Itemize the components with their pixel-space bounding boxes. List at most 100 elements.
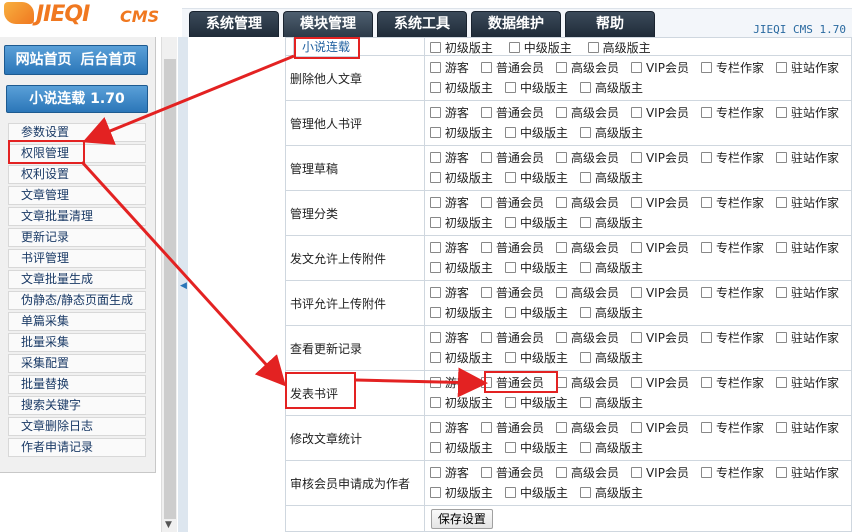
checkbox-icon[interactable] [700,332,712,343]
checkbox-icon[interactable] [504,172,516,183]
option-checkbox[interactable]: 游客 [429,418,469,438]
checkbox-icon[interactable] [429,107,441,118]
option-checkbox[interactable]: 专栏作家 [700,283,764,303]
option-checkbox[interactable]: 驻站作家 [775,418,839,438]
option-checkbox[interactable]: 中级版主 [504,123,568,143]
checkbox-icon[interactable] [429,262,441,273]
option-checkbox[interactable]: 普通会员 [480,193,544,213]
option-checkbox[interactable]: 高级会员 [555,283,619,303]
option-checkbox[interactable]: 普通会员 [480,148,544,168]
option-checkbox[interactable]: 初级版主 [429,213,493,233]
option-checkbox[interactable]: 高级会员 [555,103,619,123]
checkbox-icon[interactable] [630,467,642,478]
sidebar-item-articles[interactable]: 文章管理 [8,186,146,205]
checkbox-icon[interactable] [630,287,642,298]
sidebar-item-batch-collect[interactable]: 批量采集 [8,333,146,352]
sidebar-item-author-apply[interactable]: 作者申请记录 [8,438,146,457]
option-checkbox[interactable]: 初级版主 [429,168,493,188]
checkbox-icon[interactable] [630,152,642,163]
option-checkbox[interactable]: 中级版主 [504,393,568,413]
sidebar-scrollbar[interactable]: ▼ [161,37,177,532]
checkbox-icon[interactable] [630,107,642,118]
option-checkbox[interactable]: 高级版主 [587,38,651,58]
checkbox-icon[interactable] [579,127,591,138]
option-checkbox[interactable]: 高级会员 [555,193,619,213]
checkbox-icon[interactable] [429,397,441,408]
option-checkbox[interactable]: 高级版主 [579,483,643,503]
option-checkbox[interactable]: 中级版主 [504,438,568,458]
checkbox-icon[interactable] [579,307,591,318]
option-checkbox[interactable]: 中级版主 [504,213,568,233]
option-checkbox[interactable]: VIP会员 [630,328,689,348]
option-checkbox[interactable]: 高级版主 [579,168,643,188]
checkbox-icon[interactable] [429,62,441,73]
checkbox-icon[interactable] [429,307,441,318]
checkbox-icon[interactable] [579,442,591,453]
checkbox-icon[interactable] [775,377,787,388]
option-checkbox[interactable]: 专栏作家 [700,328,764,348]
option-checkbox[interactable]: 初级版主 [429,348,493,368]
option-checkbox[interactable]: 普通会员 [480,328,544,348]
option-checkbox[interactable]: 初级版主 [429,78,493,98]
option-checkbox[interactable]: 初级版主 [429,303,493,323]
option-checkbox[interactable]: VIP会员 [630,283,689,303]
save-settings-button[interactable]: 保存设置 [430,508,493,529]
checkbox-icon[interactable] [700,152,712,163]
option-checkbox[interactable]: 驻站作家 [775,103,839,123]
option-checkbox[interactable]: 普通会员 [480,103,544,123]
option-checkbox[interactable]: 高级版主 [579,258,643,278]
scroll-down-icon[interactable]: ▼ [165,520,172,530]
option-checkbox[interactable]: 普通会员 [480,283,544,303]
checkbox-icon[interactable] [775,62,787,73]
checkbox-icon[interactable] [700,287,712,298]
scrollbar-thumb[interactable] [164,59,176,519]
checkbox-icon[interactable] [429,377,441,388]
nav-system-tools[interactable]: 系统工具 [377,11,467,37]
option-checkbox[interactable]: 游客 [429,238,469,258]
option-checkbox[interactable]: 专栏作家 [700,463,764,483]
sidebar-item-delete-log[interactable]: 文章删除日志 [8,417,146,436]
nav-system-manage[interactable]: 系统管理 [189,11,279,37]
checkbox-icon[interactable] [504,352,516,363]
option-checkbox[interactable]: 游客 [429,328,469,348]
option-checkbox[interactable]: 高级会员 [555,238,619,258]
nav-module-manage[interactable]: 模块管理 [283,11,373,37]
option-checkbox[interactable]: 高级会员 [555,328,619,348]
checkbox-icon[interactable] [504,82,516,93]
option-checkbox[interactable]: 高级版主 [579,123,643,143]
option-checkbox[interactable]: 专栏作家 [700,148,764,168]
checkbox-icon[interactable] [429,332,441,343]
checkbox-icon[interactable] [555,287,567,298]
option-checkbox[interactable]: 专栏作家 [700,373,764,393]
checkbox-icon[interactable] [579,262,591,273]
checkbox-icon[interactable] [775,107,787,118]
option-checkbox[interactable]: 高级版主 [579,438,643,458]
option-checkbox[interactable]: 初级版主 [429,483,493,503]
checkbox-icon[interactable] [429,172,441,183]
option-checkbox[interactable]: 初级版主 [429,258,493,278]
option-checkbox[interactable]: VIP会员 [630,103,689,123]
checkbox-icon[interactable] [630,377,642,388]
admin-home-link[interactable]: 后台首页 [80,52,136,68]
option-checkbox[interactable]: 初级版主 [429,38,493,58]
option-checkbox[interactable]: 高级会员 [555,418,619,438]
option-checkbox[interactable]: 驻站作家 [775,328,839,348]
checkbox-icon[interactable] [775,197,787,208]
option-checkbox[interactable]: 驻站作家 [775,283,839,303]
checkbox-icon[interactable] [775,332,787,343]
checkbox-icon[interactable] [504,442,516,453]
option-checkbox[interactable]: VIP会员 [630,238,689,258]
checkbox-icon[interactable] [429,487,441,498]
checkbox-icon[interactable] [555,467,567,478]
checkbox-icon[interactable] [630,62,642,73]
option-checkbox[interactable]: 初级版主 [429,438,493,458]
option-checkbox[interactable]: 高级会员 [555,463,619,483]
option-checkbox[interactable]: 游客 [429,148,469,168]
checkbox-icon[interactable] [555,422,567,433]
option-checkbox[interactable]: 高级会员 [555,148,619,168]
sidebar-item-static-generate[interactable]: 伪静态/静态页面生成 [8,291,146,310]
option-checkbox[interactable]: 专栏作家 [700,58,764,78]
option-checkbox[interactable]: 初级版主 [429,123,493,143]
checkbox-icon[interactable] [480,332,492,343]
checkbox-icon[interactable] [480,422,492,433]
